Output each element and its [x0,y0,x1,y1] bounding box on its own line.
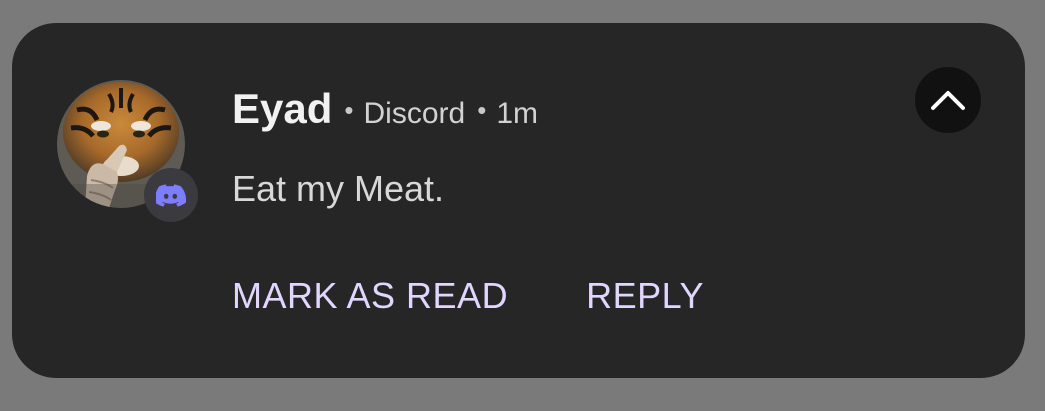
discord-icon [156,184,186,207]
timestamp: 1m [496,97,538,130]
chevron-up-icon [931,91,965,110]
app-badge [144,168,198,222]
reply-button[interactable]: REPLY [586,275,704,317]
collapse-button[interactable] [915,67,981,133]
message-text: Eat my Meat. [232,168,445,209]
sender-name: Eyad [232,85,333,132]
app-name: Discord [363,97,466,130]
separator-dot: • [344,95,354,125]
sender-avatar-wrapper [57,80,198,222]
separator-dot: • [477,95,487,125]
mark-as-read-button[interactable]: MARK AS READ [232,275,508,317]
notification-header: Eyad • Discord • 1m [232,85,538,133]
notification-card[interactable]: Eyad • Discord • 1m Eat my Meat. MARK AS… [12,23,1025,378]
notification-actions: MARK AS READ REPLY [232,275,704,317]
